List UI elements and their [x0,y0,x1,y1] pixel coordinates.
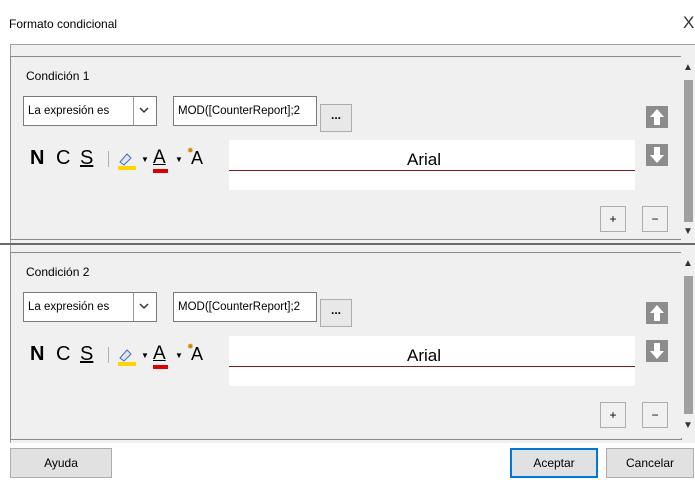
move-down-icon[interactable] [646,340,668,362]
move-up-icon[interactable] [646,106,668,128]
bold-button[interactable]: N [30,342,44,366]
condition-1-type-select[interactable]: La expresión es [23,96,157,126]
cancel-button-label: Cancelar [625,456,675,470]
condition-1-scrollbar[interactable]: ▲ ▼ [681,56,695,242]
scroll-down-icon[interactable]: ▼ [683,420,693,431]
condition-1-preview: Arial [229,140,635,190]
condition-1-label: Condición 1 [26,69,90,83]
preview-baseline [229,366,635,367]
help-button-label: Ayuda [44,456,78,470]
move-down-icon[interactable] [646,144,668,166]
condition-2-expression-input[interactable]: MOD([CounterReport];2 [173,292,317,322]
condition-1-type-value: La expresión es [28,105,110,117]
condition-2-remove-button[interactable]: − [642,402,668,428]
bold-button[interactable]: N [30,146,44,170]
condition-2-label: Condición 2 [26,265,90,279]
condition-1-preview-font: Arial [405,150,444,170]
font-color-dropdown-icon[interactable]: ▼ [175,351,183,360]
ok-button-label: Aceptar [533,456,575,470]
scroll-up-icon[interactable]: ▲ [683,258,693,269]
underline-button[interactable]: S [80,342,93,366]
condition-2-type-select[interactable]: La expresión es [23,292,157,322]
format-separator [108,151,109,167]
condition-divider [0,243,695,245]
highlight-color-icon[interactable] [116,346,138,369]
preview-baseline [229,170,635,171]
condition-2-preview-font: Arial [405,346,444,366]
condition-2-scrollbar[interactable]: ▲ ▼ [681,252,695,438]
move-up-icon[interactable] [646,302,668,324]
highlight-dropdown-icon[interactable]: ▼ [141,155,149,164]
dropdown-arrow-icon[interactable] [133,293,156,321]
font-size-icon[interactable]: ✸ A [187,146,203,170]
condition-1-expression-input[interactable]: MOD([CounterReport];2 [173,96,317,126]
ok-button[interactable]: Aceptar [510,448,598,478]
font-color-icon[interactable]: A [153,146,168,173]
close-icon[interactable]: X [683,13,694,33]
highlight-dropdown-icon[interactable]: ▼ [141,351,149,360]
condition-1-expression-value: MOD([CounterReport];2 [178,105,301,117]
dropdown-arrow-icon[interactable] [133,97,156,125]
font-color-dropdown-icon[interactable]: ▼ [175,155,183,164]
underline-button[interactable]: S [80,146,93,170]
window-title: Formato condicional [9,17,118,31]
italic-button[interactable]: C [56,146,70,170]
condition-2-type-value: La expresión es [28,301,110,313]
condition-1-add-button[interactable]: + [600,206,626,232]
condition-2-browse-button[interactable]: ... [320,299,352,327]
help-button[interactable]: Ayuda [10,448,112,478]
scroll-thumb[interactable] [684,80,693,222]
scroll-up-icon[interactable]: ▲ [683,62,693,73]
condition-2-add-button[interactable]: + [600,402,626,428]
scroll-thumb[interactable] [684,276,693,414]
cancel-button[interactable]: Cancelar [606,448,694,478]
condition-2-preview: Arial [229,336,635,386]
highlight-color-icon[interactable] [116,150,138,173]
condition-2-expression-value: MOD([CounterReport];2 [178,301,301,313]
italic-button[interactable]: C [56,342,70,366]
condition-1-browse-button[interactable]: ... [320,104,352,132]
title-bar: Formato condicional X [0,0,695,44]
format-separator [108,347,109,363]
condition-1-remove-button[interactable]: − [642,206,668,232]
scroll-down-icon[interactable]: ▼ [683,226,693,237]
font-color-icon[interactable]: A [153,342,168,369]
font-size-icon[interactable]: ✸ A [187,342,203,366]
